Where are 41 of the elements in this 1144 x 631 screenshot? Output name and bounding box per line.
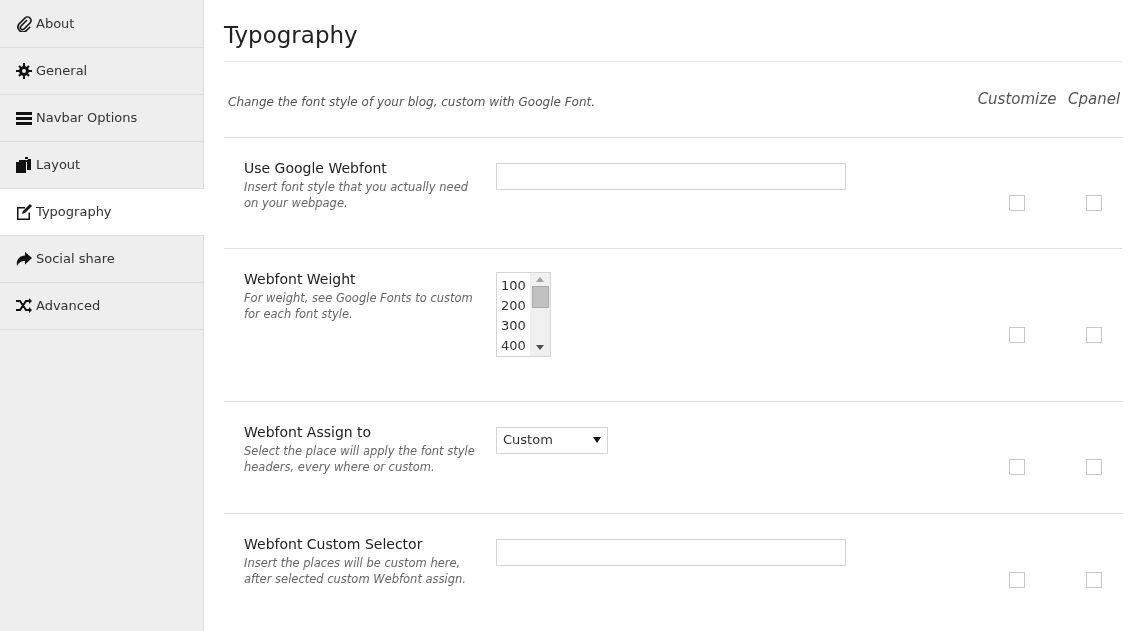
checkbox[interactable] (1009, 194, 1025, 211)
setting-help: For weight, see Google Fonts to custom for each font style. (244, 289, 474, 322)
checkbox[interactable] (1086, 194, 1102, 211)
setting-label: Webfont Custom Selector (244, 534, 424, 554)
checkbox[interactable] (1086, 571, 1102, 588)
setting-label: Use Google Webfont (244, 158, 388, 178)
list-option[interactable]: 200 (501, 295, 530, 316)
text-input[interactable] (496, 538, 846, 566)
copies-icon (16, 157, 32, 173)
page-description: Change the font style of your blog, custom with Google Font. (227, 93, 597, 111)
setting-help: Insert the places will be custom here, after selected custom Webfont assign. (244, 554, 468, 587)
setting-label: Webfont Assign to (244, 422, 373, 442)
edit-icon (16, 204, 32, 220)
scroll-up-icon[interactable] (536, 276, 544, 282)
gear-icon (16, 63, 32, 79)
checkbox[interactable] (1009, 326, 1025, 343)
list-option[interactable]: 100 (501, 275, 530, 296)
checkbox[interactable] (1086, 326, 1102, 343)
page-title: Typography (224, 0, 1122, 62)
list-option[interactable]: 300 (501, 315, 530, 336)
column-header: Customize (976, 89, 1058, 110)
share-icon (16, 251, 32, 267)
text-input[interactable] (496, 162, 846, 190)
scroll-down-icon[interactable] (536, 344, 544, 350)
setting-label: Webfont Weight (244, 269, 357, 289)
checkbox[interactable] (1009, 459, 1025, 475)
shuffle-icon (16, 298, 32, 314)
scroll-thumb[interactable] (531, 285, 549, 308)
column-header: Cpanel (1066, 89, 1122, 110)
bars-icon (16, 110, 32, 126)
checkbox[interactable] (1086, 459, 1102, 475)
setting-help: Select the place will apply the font style headers, every where or custom. (244, 442, 476, 475)
sidebar-item[interactable]: Typography (0, 189, 204, 236)
scrollbar[interactable] (530, 272, 550, 356)
setting-help: Insert font style that you actually need on your webpage. (244, 178, 469, 211)
dropdown[interactable]: Custom (496, 426, 608, 454)
list-option[interactable]: 400 (501, 335, 530, 356)
listbox[interactable]: 100 200 300 400 (496, 271, 551, 357)
paperclip-icon (16, 16, 32, 32)
checkbox[interactable] (1009, 571, 1025, 588)
caret-icon (593, 437, 601, 443)
